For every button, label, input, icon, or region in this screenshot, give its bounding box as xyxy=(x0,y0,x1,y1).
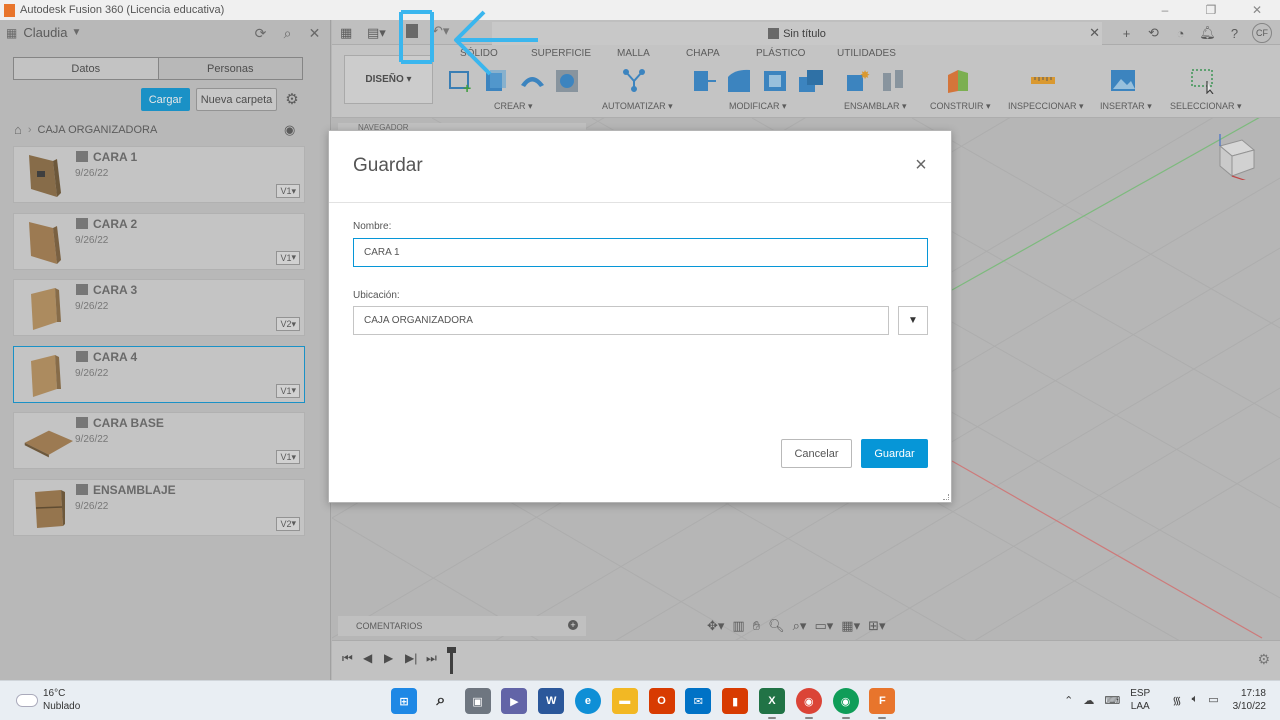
language-code: ESP xyxy=(1130,688,1151,699)
chat-icon[interactable]: ▶ xyxy=(501,688,528,714)
window-title: Autodesk Fusion 360 (Licencia educativa) xyxy=(20,4,225,16)
name-field[interactable] xyxy=(353,238,928,267)
mail-icon[interactable]: ✉ xyxy=(685,688,712,714)
battery-icon[interactable]: ▭ xyxy=(1208,693,1218,708)
temperature: 16°C xyxy=(43,688,66,699)
location-dropdown-button[interactable]: ▼ xyxy=(898,306,928,335)
file-explorer-icon[interactable]: ▬ xyxy=(611,688,638,714)
annotation-arrow xyxy=(399,10,538,76)
chrome-profile-icon[interactable]: ◉ xyxy=(832,688,859,719)
name-label: Nombre: xyxy=(353,221,392,232)
save-dialog: Guardar × Nombre: Ubicación: CAJA ORGANI… xyxy=(328,130,952,503)
resize-handle[interactable] xyxy=(943,494,949,500)
time: 17:18 xyxy=(1240,688,1266,699)
minimize-icon[interactable]: – xyxy=(1142,0,1188,20)
search-icon[interactable]: ⌕ xyxy=(428,688,454,714)
input-language[interactable]: ESP LAA xyxy=(1130,687,1150,713)
close-icon[interactable]: ✕ xyxy=(1234,0,1280,20)
dialog-header: Guardar × xyxy=(329,131,951,203)
cloud-icon[interactable]: ☁ xyxy=(1083,694,1094,707)
window-controls: – ❐ ✕ xyxy=(1142,0,1280,20)
location-label: Ubicación: xyxy=(353,290,400,301)
fusion-app-icon xyxy=(4,3,15,17)
edge-icon[interactable]: e xyxy=(574,688,601,714)
cancel-button[interactable]: Cancelar xyxy=(781,439,852,468)
window-titlebar: Autodesk Fusion 360 (Licencia educativa)… xyxy=(0,0,1280,20)
weather-widget[interactable]: 16°C Nublado xyxy=(16,687,80,713)
office-icon[interactable]: O xyxy=(648,688,675,714)
word-icon[interactable]: W xyxy=(538,688,565,714)
windows-start-icon[interactable]: ⊞ xyxy=(391,688,417,714)
save-button[interactable]: Guardar xyxy=(861,439,928,468)
restore-icon[interactable]: ❐ xyxy=(1188,0,1234,20)
wifi-icon[interactable]: ᯾ xyxy=(1172,693,1181,708)
weather-condition: Nublado xyxy=(43,701,81,712)
keyboard-icon[interactable]: ⌨ xyxy=(1104,694,1120,707)
office-hub-icon[interactable]: ▮ xyxy=(722,688,749,714)
date: 3/10/22 xyxy=(1232,701,1266,712)
fusion-taskbar-icon[interactable]: F xyxy=(869,688,896,719)
taskbar-apps: ⊞ ⌕ ▣ ▶ W e ▬ O ✉ ▮ X ◉ ◉ F xyxy=(391,688,906,719)
task-view-icon[interactable]: ▣ xyxy=(464,688,491,714)
excel-icon[interactable]: X xyxy=(758,688,785,719)
location-field[interactable]: CAJA ORGANIZADORA xyxy=(353,306,889,335)
chevron-up-icon[interactable]: ⌃ xyxy=(1064,694,1073,707)
dialog-title: Guardar xyxy=(353,155,423,176)
taskbar: 16°C Nublado ⊞ ⌕ ▣ ▶ W e ▬ O ✉ ▮ X ◉ ◉ F… xyxy=(0,680,1280,720)
keyboard-layout: LAA xyxy=(1130,701,1150,712)
cloud-icon xyxy=(16,693,38,707)
volume-icon[interactable]: 🔈︎ xyxy=(1192,693,1199,708)
close-icon[interactable]: × xyxy=(913,155,929,175)
system-tray: ⌃ ☁ ⌨ ESP LAA ᯾ 🔈︎ ▭ 17:18 3/10/22 xyxy=(1054,687,1266,713)
clock[interactable]: 17:18 3/10/22 xyxy=(1233,687,1266,713)
name-input[interactable] xyxy=(364,239,927,266)
chrome-icon[interactable]: ◉ xyxy=(795,688,822,719)
